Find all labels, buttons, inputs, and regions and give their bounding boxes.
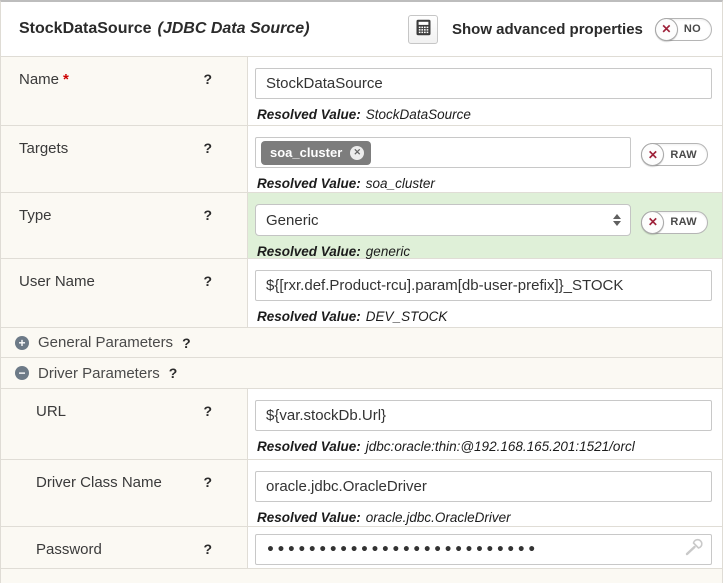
url-label-cell: URL ?	[1, 389, 248, 459]
name-label: Name	[19, 71, 59, 88]
name-value-cell: Resolved Value: StockDataSource	[248, 57, 722, 125]
jdbc-datasource-form: StockDataSource (JDBC Data Source) Show …	[0, 0, 723, 583]
calculator-button[interactable]	[408, 15, 438, 44]
collapse-icon[interactable]: −	[15, 366, 29, 380]
help-icon[interactable]: ?	[203, 403, 212, 419]
driver-class-label: Driver Class Name	[36, 474, 162, 491]
name-input[interactable]	[255, 68, 712, 99]
resolved-value-text: oracle.jdbc.OracleDriver	[366, 510, 511, 525]
section-driver-label: Driver Parameters	[38, 365, 160, 382]
field-row-type: Type ? Generic ✕ RAW Resolved Value: gene…	[1, 193, 722, 259]
driver-class-input[interactable]	[255, 471, 712, 502]
type-select[interactable]: Generic	[255, 204, 631, 236]
type-raw-toggle[interactable]: ✕ RAW	[641, 211, 708, 234]
resolved-value-label: Resolved Value:	[257, 510, 361, 525]
url-input[interactable]	[255, 400, 712, 431]
page-title: StockDataSource	[19, 20, 152, 38]
resolved-value-label: Resolved Value:	[257, 176, 361, 191]
user-name-label: User Name	[19, 273, 95, 290]
required-marker: *	[63, 71, 69, 88]
calculator-icon	[415, 19, 432, 39]
field-row-name: Name * ? Resolved Value: StockDataSource	[1, 57, 722, 126]
help-icon[interactable]: ?	[203, 474, 212, 490]
user-name-label-cell: User Name ?	[1, 259, 248, 327]
resolved-value-label: Resolved Value:	[257, 309, 361, 324]
field-row-password: Password ?	[1, 527, 722, 569]
help-icon[interactable]: ?	[203, 541, 212, 557]
url-value-cell: Resolved Value: jdbc:oracle:thin:@192.168…	[248, 389, 722, 459]
help-icon[interactable]: ?	[203, 207, 212, 223]
resolved-value-label: Resolved Value:	[257, 244, 361, 259]
toggle-x-icon: ✕	[641, 211, 664, 234]
resolved-value-text: soa_cluster	[366, 176, 435, 191]
field-row-url: URL ? Resolved Value: jdbc:oracle:thin:@1…	[1, 389, 722, 460]
driver-class-value-cell: Resolved Value: oracle.jdbc.OracleDriver	[248, 460, 722, 526]
password-input[interactable]	[255, 534, 712, 565]
help-icon[interactable]: ?	[203, 71, 212, 87]
targets-label-cell: Targets ?	[1, 126, 248, 192]
user-name-input[interactable]	[255, 270, 712, 301]
raw-toggle-label: RAW	[670, 216, 697, 228]
password-label-cell: Password ?	[1, 527, 248, 568]
name-resolved: Resolved Value: StockDataSource	[257, 107, 712, 122]
targets-raw-toggle[interactable]: ✕ RAW	[641, 143, 708, 166]
toggle-state-label: NO	[684, 23, 701, 35]
targets-input[interactable]: soa_cluster ✕	[255, 137, 631, 168]
select-spinner-icon	[613, 214, 621, 226]
wrench-icon[interactable]	[684, 537, 704, 562]
targets-value-cell: soa_cluster ✕ ✕ RAW Resolved Value: soa_c…	[248, 126, 722, 192]
user-name-resolved: Resolved Value: DEV_STOCK	[257, 309, 712, 324]
resolved-value-text: generic	[366, 244, 410, 259]
driver-class-resolved: Resolved Value: oracle.jdbc.OracleDriver	[257, 510, 712, 525]
type-value-cell: Generic ✕ RAW Resolved Value: generic	[248, 193, 722, 258]
target-tag: soa_cluster ✕	[261, 141, 371, 165]
type-selected-option: Generic	[266, 212, 319, 229]
password-value-cell	[248, 527, 722, 568]
url-resolved: Resolved Value: jdbc:oracle:thin:@192.168…	[257, 439, 712, 454]
next-row-partial	[1, 569, 722, 583]
form-header: StockDataSource (JDBC Data Source) Show …	[1, 2, 722, 57]
help-icon[interactable]: ?	[169, 365, 178, 381]
targets-resolved: Resolved Value: soa_cluster	[257, 176, 712, 191]
type-resolved: Resolved Value: generic	[257, 244, 712, 259]
section-driver-parameters[interactable]: − Driver Parameters ?	[1, 358, 722, 389]
field-row-targets: Targets ? soa_cluster ✕ ✕ RAW Resolved V…	[1, 126, 722, 193]
resolved-value-label: Resolved Value:	[257, 107, 361, 122]
field-row-driver-class-name: Driver Class Name ? Resolved Value: oracl…	[1, 460, 722, 527]
section-general-label: General Parameters	[38, 334, 173, 351]
advanced-properties-label: Show advanced properties	[452, 21, 643, 38]
driver-class-label-cell: Driver Class Name ?	[1, 460, 248, 526]
targets-label: Targets	[19, 140, 68, 157]
toggle-x-icon: ✕	[641, 143, 664, 166]
name-label-cell: Name * ?	[1, 57, 248, 125]
resolved-value-text: DEV_STOCK	[366, 309, 448, 324]
expand-icon[interactable]: +	[15, 336, 29, 350]
type-label: Type	[19, 207, 52, 224]
toggle-x-icon: ✕	[655, 18, 678, 41]
target-tag-label: soa_cluster	[270, 145, 342, 160]
resolved-value-text: StockDataSource	[366, 107, 471, 122]
password-label: Password	[36, 541, 102, 558]
url-label: URL	[36, 403, 66, 420]
resolved-value-text: jdbc:oracle:thin:@192.168.165.201:1521/o…	[366, 439, 635, 454]
type-label-cell: Type ?	[1, 193, 248, 258]
user-name-value-cell: Resolved Value: DEV_STOCK	[248, 259, 722, 327]
help-icon[interactable]: ?	[203, 140, 212, 156]
page-subtitle: (JDBC Data Source)	[158, 20, 310, 38]
tag-remove-icon[interactable]: ✕	[350, 146, 364, 160]
help-icon[interactable]: ?	[182, 335, 191, 351]
section-general-parameters[interactable]: + General Parameters ?	[1, 328, 722, 358]
resolved-value-label: Resolved Value:	[257, 439, 361, 454]
raw-toggle-label: RAW	[670, 149, 697, 161]
help-icon[interactable]: ?	[203, 273, 212, 289]
advanced-properties-toggle[interactable]: ✕ NO	[655, 18, 712, 41]
field-row-user-name: User Name ? Resolved Value: DEV_STOCK	[1, 259, 722, 328]
